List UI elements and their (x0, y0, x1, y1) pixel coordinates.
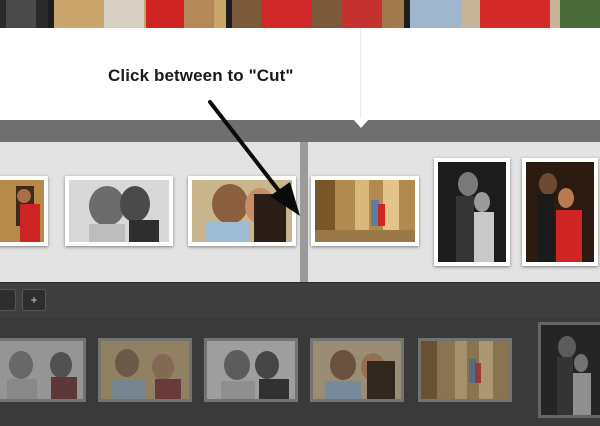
page-thumbnail[interactable] (522, 158, 598, 266)
page-thumbnail[interactable] (311, 176, 419, 246)
page-thumbnail[interactable] (0, 176, 48, 246)
library-photo[interactable] (310, 338, 404, 402)
page-preview-strip (0, 0, 600, 28)
spread-canvas (0, 28, 600, 120)
page-thumbnail[interactable] (65, 176, 173, 246)
preview-photo (0, 0, 48, 28)
instruction-text: Click between to "Cut" (108, 66, 294, 85)
toolbar-left-button[interactable] (0, 289, 16, 311)
preview-photo (54, 0, 226, 28)
preview-photo (410, 0, 600, 28)
cut-point-handle[interactable] (300, 142, 308, 282)
current-spread-pointer (352, 118, 370, 128)
library-photo[interactable] (418, 338, 512, 402)
library-photo[interactable] (0, 338, 86, 402)
spread-gutter (360, 28, 361, 120)
add-page-button[interactable]: + (22, 289, 46, 311)
library-photo[interactable] (538, 322, 600, 418)
library-photo[interactable] (98, 338, 192, 402)
page-thumbnail[interactable] (188, 176, 296, 246)
library-photo[interactable] (204, 338, 298, 402)
bottom-toolbar: + (0, 282, 600, 317)
page-thumbnail[interactable] (434, 158, 510, 266)
timeline-separator (0, 120, 600, 142)
preview-photo (232, 0, 404, 28)
